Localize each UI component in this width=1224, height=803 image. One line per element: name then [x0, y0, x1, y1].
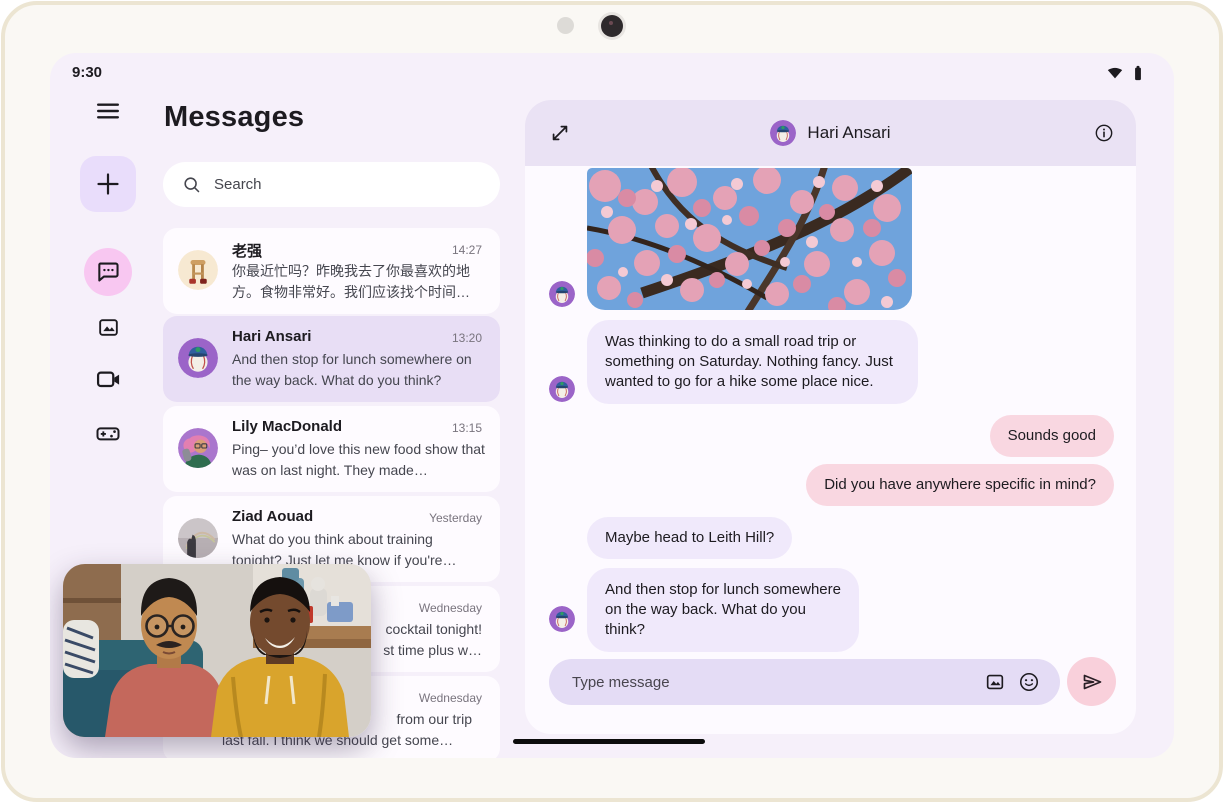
info-icon[interactable]: [1094, 123, 1114, 143]
conversation-title: Hari Ansari: [807, 123, 890, 143]
contact-name: Lily MacDonald: [232, 418, 342, 435]
message-time: Wednesday: [419, 601, 482, 615]
sidebar-item-video[interactable]: [84, 355, 132, 403]
send-button[interactable]: [1067, 657, 1116, 706]
contact-name: 老强: [232, 240, 262, 261]
message-input[interactable]: [572, 659, 912, 705]
search-bar[interactable]: [163, 162, 500, 207]
sidebar-item-gallery[interactable]: [84, 303, 132, 351]
message-bubble-incoming[interactable]: Was thinking to do a small road trip or …: [587, 320, 918, 404]
message-time: Yesterday: [429, 511, 482, 525]
search-input[interactable]: [214, 176, 454, 193]
light-sensor: [557, 17, 574, 34]
conversation-list-item-selected[interactable]: Hari Ansari 13:20 And then stop for lunc…: [163, 316, 500, 402]
menu-icon[interactable]: [95, 98, 121, 124]
avatar: [178, 428, 218, 468]
contact-name: Ziad Aouad: [232, 508, 313, 525]
new-conversation-button[interactable]: [80, 156, 136, 212]
plus-icon: [95, 171, 121, 197]
avatar: [770, 120, 796, 146]
gesture-navigation-bar[interactable]: [513, 739, 705, 744]
message-preview: 你最近忙吗？昨晚我去了你最喜欢的地方。食物非常好。我们应该找个时间…: [232, 261, 486, 304]
message-preview: And then stop for lunch somewhere on the…: [232, 349, 486, 392]
message-preview: Ping– you’d love this new food show that…: [232, 439, 486, 482]
conversation-list-item[interactable]: Lily MacDonald 13:15 Ping– you’d love th…: [163, 406, 500, 492]
attach-image-icon[interactable]: [984, 671, 1006, 693]
message-time: 13:20: [452, 331, 482, 345]
image-icon: [96, 315, 121, 340]
conversation-list-item[interactable]: 老强 14:27 你最近忙吗？昨晚我去了你最喜欢的地方。食物非常好。我们应该找个…: [163, 228, 500, 314]
send-icon: [1080, 670, 1104, 694]
gamepad-icon: [94, 419, 122, 447]
status-icons: [1105, 63, 1148, 83]
message-preview: st time plus w…: [383, 640, 482, 661]
contact-chip[interactable]: Hari Ansari: [525, 100, 1136, 166]
conversation-pane: Hari Ansari: [525, 100, 1136, 734]
message-preview: cocktail tonight!: [386, 619, 483, 640]
avatar: [178, 338, 218, 378]
message-time: 14:27: [452, 243, 482, 257]
cherry-blossom-photo: [587, 168, 912, 310]
avatar: [549, 281, 575, 307]
chat-bubble-icon: [95, 259, 121, 285]
avatar: [178, 518, 218, 558]
message-time: 13:15: [452, 421, 482, 435]
videocam-icon: [94, 365, 122, 393]
tablet-device: 9:30: [0, 0, 1224, 803]
avatar: [549, 376, 575, 402]
avatar: [178, 250, 218, 290]
message-bubble-outgoing[interactable]: Sounds good: [990, 415, 1114, 457]
sidebar-item-chats[interactable]: [84, 248, 132, 296]
contact-name: Hari Ansari: [232, 328, 311, 345]
video-call-pip[interactable]: [63, 564, 371, 737]
wifi-icon: [1105, 63, 1125, 83]
message-bubble-incoming[interactable]: Maybe head to Leith Hill?: [587, 517, 792, 559]
emoji-icon[interactable]: [1018, 671, 1040, 693]
message-image-cherry-blossoms[interactable]: [587, 168, 912, 310]
sidebar-item-games[interactable]: [84, 409, 132, 457]
page-title: Messages: [164, 101, 304, 134]
battery-icon: [1128, 63, 1148, 83]
clock: 9:30: [72, 64, 102, 81]
screen: 9:30: [50, 53, 1174, 758]
front-camera: [601, 15, 623, 37]
message-preview: from our trip: [397, 709, 472, 730]
message-composer: [549, 659, 1060, 705]
message-time: Wednesday: [419, 691, 482, 705]
message-bubble-outgoing[interactable]: Did you have anywhere specific in mind?: [806, 464, 1114, 506]
message-bubble-incoming[interactable]: And then stop for lunch somewhere on the…: [587, 568, 859, 652]
video-call-frame: [63, 564, 371, 737]
search-icon: [181, 174, 202, 195]
avatar: [549, 606, 575, 632]
